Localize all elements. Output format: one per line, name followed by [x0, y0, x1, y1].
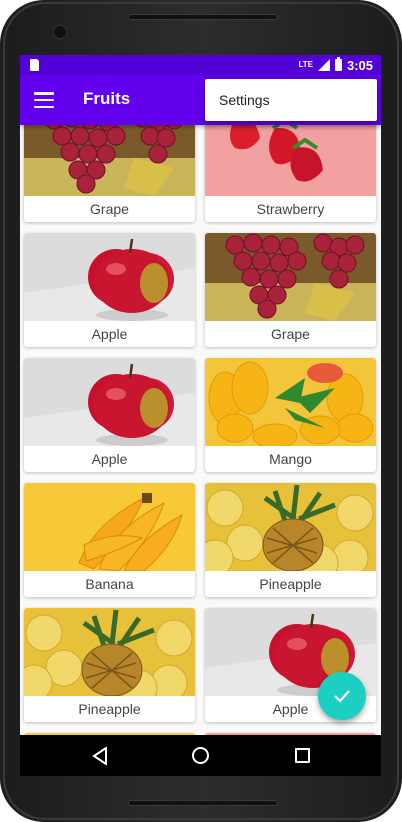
fruit-card[interactable]: Grape: [205, 233, 376, 347]
fruit-image: [205, 358, 376, 446]
fruit-image: [24, 125, 195, 196]
fruit-card[interactable]: Apple: [24, 358, 195, 472]
fruit-name: Apple: [91, 451, 128, 467]
fruit-name: Grape: [271, 326, 310, 342]
fruit-card[interactable]: Grape: [24, 125, 195, 222]
fruit-image: [205, 483, 376, 571]
fab-done-button[interactable]: [318, 672, 366, 720]
fruit-card[interactable]: Mango: [205, 358, 376, 472]
app-screen: LTE 3:05 Fruits Settings Grape Strawberr…: [20, 55, 381, 776]
recent-apps-icon[interactable]: [295, 748, 310, 763]
overflow-menu: Settings: [205, 79, 377, 121]
fruit-image: [24, 358, 195, 446]
signal-icon: [317, 59, 330, 71]
fruit-card[interactable]: Pineapple: [24, 608, 195, 722]
fruit-image: [24, 483, 195, 571]
fruit-image: [205, 233, 376, 321]
hamburger-icon[interactable]: [34, 92, 54, 108]
network-type-label: LTE: [298, 60, 313, 69]
fruit-name: Mango: [269, 451, 312, 467]
sd-card-icon: [30, 59, 39, 71]
fruit-card[interactable]: Banana: [24, 483, 195, 597]
check-icon: [334, 690, 350, 703]
home-icon[interactable]: [192, 747, 209, 764]
fruit-name: Banana: [85, 576, 134, 592]
fruit-name: Strawberry: [256, 201, 325, 217]
fruit-image: [24, 608, 195, 696]
back-icon[interactable]: [92, 747, 108, 765]
menu-item-settings[interactable]: Settings: [219, 92, 270, 108]
fruit-image: [24, 233, 195, 321]
battery-icon: [334, 57, 342, 71]
front-camera: [52, 24, 68, 40]
fruit-image: [205, 125, 376, 196]
status-bar: LTE 3:05: [20, 55, 381, 75]
fruit-card[interactable]: Strawberry: [205, 125, 376, 222]
speaker-grille: [128, 14, 278, 20]
bottom-speaker-grille: [128, 800, 278, 806]
fruit-card[interactable]: Apple: [24, 233, 195, 347]
status-time: 3:05: [346, 57, 373, 73]
toolbar-title: Fruits: [83, 89, 131, 108]
phone-frame: LTE 3:05 Fruits Settings Grape Strawberr…: [0, 0, 402, 822]
navigation-bar: [20, 735, 381, 776]
fruit-card[interactable]: Pineapple: [205, 483, 376, 597]
fruit-name: Apple: [91, 326, 128, 342]
fruit-name: Grape: [90, 201, 129, 217]
fruit-grid[interactable]: Grape Strawberry Apple Grape Apple Mango…: [20, 125, 381, 735]
fruit-name: Pineapple: [78, 701, 141, 717]
fruit-name: Pineapple: [259, 576, 322, 592]
